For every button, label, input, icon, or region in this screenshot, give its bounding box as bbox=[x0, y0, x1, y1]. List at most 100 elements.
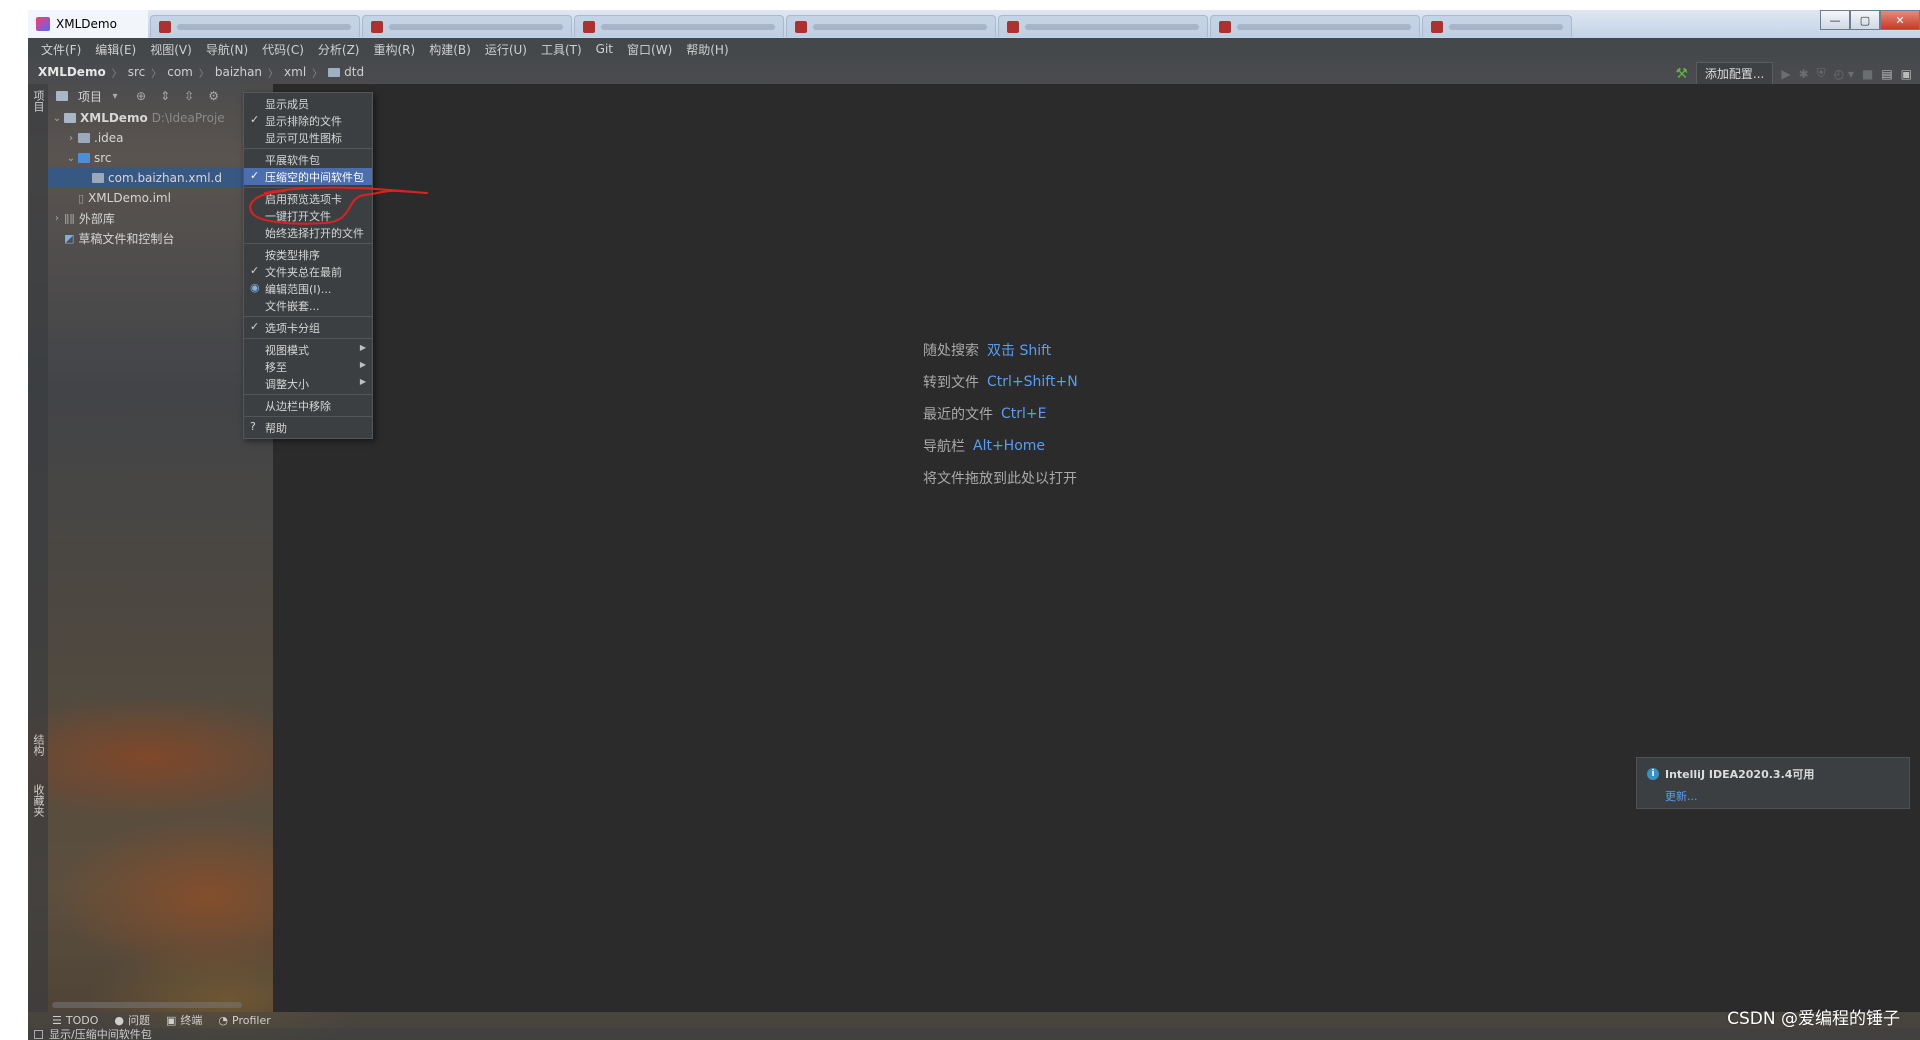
update-notification: i IntelliJ IDEA2020.3.4可用 更新... bbox=[1636, 757, 1910, 809]
close-button[interactable]: ✕ bbox=[1880, 10, 1920, 30]
build-hammer-icon[interactable]: ⚒ bbox=[1675, 66, 1688, 82]
browser-tab[interactable] bbox=[574, 15, 784, 37]
browser-tab[interactable] bbox=[150, 15, 360, 37]
menu-window[interactable]: 窗口(W) bbox=[620, 41, 679, 58]
menu-item-show-members[interactable]: 显示成员 bbox=[244, 95, 372, 112]
menu-refactor[interactable]: 重构(R) bbox=[367, 41, 423, 58]
expand-all-icon[interactable]: ⇕ bbox=[160, 89, 170, 103]
update-link[interactable]: 更新... bbox=[1665, 788, 1899, 804]
browser-tab[interactable] bbox=[998, 15, 1208, 37]
menu-git[interactable]: Git bbox=[589, 42, 620, 56]
browser-tab[interactable] bbox=[1210, 15, 1420, 37]
editor-empty-area[interactable]: 随处搜索 双击 Shift 转到文件 Ctrl+Shift+N 最近的文件 Ct… bbox=[273, 84, 1920, 1012]
menu-bar: 文件(F) 编辑(E) 视图(V) 导航(N) 代码(C) 分析(Z) 重构(R… bbox=[28, 38, 1920, 60]
menu-item-sort-by-type[interactable]: 按类型排序 bbox=[244, 246, 372, 263]
tree-item-src[interactable]: ⌄ src bbox=[48, 148, 273, 168]
menu-item-resize[interactable]: 调整大小 ▶ bbox=[244, 375, 372, 392]
menu-item-group-tabs[interactable]: ✓ 选项卡分组 bbox=[244, 319, 372, 336]
menu-navigate[interactable]: 导航(N) bbox=[199, 41, 255, 58]
menu-item-always-select-opened-file[interactable]: 始终选择打开的文件 bbox=[244, 224, 372, 241]
breadcrumb-com[interactable]: com bbox=[167, 65, 193, 79]
menu-run[interactable]: 运行(U) bbox=[478, 41, 534, 58]
structure-tool-tab[interactable]: 结构 bbox=[30, 734, 46, 756]
debug-icon[interactable]: ✱ bbox=[1799, 67, 1809, 81]
browser-tab[interactable] bbox=[786, 15, 996, 37]
menu-item-folders-always-on-top[interactable]: ✓ 文件夹总在最前 bbox=[244, 263, 372, 280]
menu-build[interactable]: 构建(B) bbox=[422, 41, 478, 58]
menu-item-open-files-single-click[interactable]: 一键打开文件 bbox=[244, 207, 372, 224]
menu-item-show-excluded-files[interactable]: ✓ 显示排除的文件 bbox=[244, 112, 372, 129]
breadcrumb-baizhan[interactable]: baizhan bbox=[215, 65, 262, 79]
gear-icon[interactable]: ⚙ bbox=[208, 89, 219, 103]
profiler-tool-tab[interactable]: ◔ Profiler bbox=[218, 1014, 270, 1027]
browser-tab[interactable] bbox=[362, 15, 572, 37]
menu-help[interactable]: 帮助(H) bbox=[679, 41, 735, 58]
breadcrumb-src[interactable]: src bbox=[128, 65, 146, 79]
chevron-down-icon[interactable]: ▾ bbox=[108, 91, 122, 102]
profiler-icon: ◔ bbox=[218, 1013, 229, 1027]
project-view-selector[interactable]: 项目 bbox=[78, 88, 102, 105]
menu-code[interactable]: 代码(C) bbox=[255, 41, 311, 58]
breadcrumb-dtd-item[interactable]: dtd bbox=[328, 65, 364, 79]
left-tool-stripe: 项目 结构 收藏夹 bbox=[28, 84, 48, 1012]
menu-edit[interactable]: 编辑(E) bbox=[88, 41, 143, 58]
menu-item-remove-from-sidebar[interactable]: 从边栏中移除 bbox=[244, 397, 372, 414]
maximize-button[interactable]: ▢ bbox=[1850, 10, 1880, 30]
menu-view[interactable]: 视图(V) bbox=[143, 41, 199, 58]
profile-icon[interactable]: ◴ ▾ bbox=[1834, 67, 1854, 81]
terminal-tool-tab[interactable]: ▣ 终端 bbox=[166, 1012, 202, 1028]
hint-drop-files: 将文件拖放到此处以打开 bbox=[923, 471, 1077, 487]
horizontal-scrollbar[interactable] bbox=[52, 1002, 242, 1008]
menu-tools[interactable]: 工具(T) bbox=[534, 41, 589, 58]
breadcrumb-project[interactable]: XMLDemo bbox=[38, 65, 106, 79]
todo-tool-tab[interactable]: ☰ TODO bbox=[52, 1014, 98, 1027]
chevron-right-icon[interactable]: › bbox=[50, 213, 64, 224]
search-everywhere-icon[interactable]: ▣ bbox=[1901, 67, 1912, 81]
menu-item-file-nesting[interactable]: 文件嵌套... bbox=[244, 297, 372, 314]
menu-item-help[interactable]: ? 帮助 bbox=[244, 419, 372, 436]
add-configuration-button[interactable]: 添加配置... bbox=[1695, 62, 1774, 85]
menu-separator bbox=[244, 243, 372, 244]
notification-title: IntelliJ IDEA2020.3.4可用 bbox=[1665, 768, 1815, 781]
tree-item-package[interactable]: com.baizhan.xml.d bbox=[48, 168, 273, 188]
menu-file[interactable]: 文件(F) bbox=[34, 41, 88, 58]
tree-item-external-libraries[interactable]: › ǁǁ 外部库 bbox=[48, 208, 273, 228]
ide-window: XMLDemo — ▢ ✕ 文件(F) 编辑(E) 视图(V) 导航(N) 代码… bbox=[28, 10, 1920, 1040]
menu-item-enable-preview-tab[interactable]: 启用预览选项卡 bbox=[244, 190, 372, 207]
app-title-tab[interactable]: XMLDemo bbox=[28, 10, 148, 38]
module-folder-icon bbox=[64, 113, 76, 123]
minimize-button[interactable]: — bbox=[1820, 10, 1850, 30]
stop-icon[interactable]: ■ bbox=[1862, 67, 1873, 81]
menu-item-view-mode[interactable]: 视图模式 ▶ bbox=[244, 341, 372, 358]
collapse-all-icon[interactable]: ⇳ bbox=[184, 89, 194, 103]
browser-tab[interactable] bbox=[1422, 15, 1572, 37]
menu-item-show-visibility-icons[interactable]: 显示可见性图标 bbox=[244, 129, 372, 146]
intellij-logo-icon bbox=[36, 17, 50, 31]
project-structure-icon[interactable]: ▤ bbox=[1881, 67, 1892, 81]
tree-item-scratches[interactable]: ◩ 草稿文件和控制台 bbox=[48, 228, 273, 248]
menu-item-flatten-packages[interactable]: 平展软件包 bbox=[244, 151, 372, 168]
tab-title-blurred bbox=[389, 23, 563, 30]
hint-navigation-bar: 导航栏 Alt+Home bbox=[923, 438, 1046, 455]
run-icon[interactable]: ▶ bbox=[1781, 67, 1790, 81]
tab-favicon-icon bbox=[1219, 20, 1231, 33]
project-tool-tab[interactable]: 项目 bbox=[30, 90, 46, 112]
submenu-arrow-icon: ▶ bbox=[359, 377, 366, 386]
favorites-tool-tab[interactable]: 收藏夹 bbox=[30, 784, 46, 817]
tree-item-idea[interactable]: › .idea bbox=[48, 128, 273, 148]
tab-favicon-icon bbox=[1007, 20, 1019, 33]
chevron-down-icon[interactable]: ⌄ bbox=[50, 113, 64, 124]
chevron-right-icon[interactable]: › bbox=[64, 133, 78, 144]
chevron-down-icon[interactable]: ⌄ bbox=[64, 153, 78, 164]
project-panel-header: 项目 ▾ ⊕ ⇕ ⇳ ⚙ bbox=[48, 84, 273, 108]
breadcrumb-xml[interactable]: xml bbox=[284, 65, 306, 79]
menu-analyze[interactable]: 分析(Z) bbox=[311, 41, 367, 58]
tree-item-project-root[interactable]: ⌄ XMLDemo D:\IdeaProje bbox=[48, 108, 273, 128]
menu-item-move-to[interactable]: 移至 ▶ bbox=[244, 358, 372, 375]
menu-item-compact-middle-packages[interactable]: ✓ 压缩空的中间软件包 bbox=[244, 168, 372, 185]
layout-toggle-icon[interactable] bbox=[34, 1029, 43, 1039]
menu-item-edit-scopes[interactable]: ◉ 编辑范围(I)... bbox=[244, 280, 372, 297]
locate-file-icon[interactable]: ⊕ bbox=[136, 89, 146, 103]
coverage-icon[interactable]: ⛨ bbox=[1817, 66, 1826, 81]
tree-item-iml[interactable]: ▯ XMLDemo.iml bbox=[48, 188, 273, 208]
